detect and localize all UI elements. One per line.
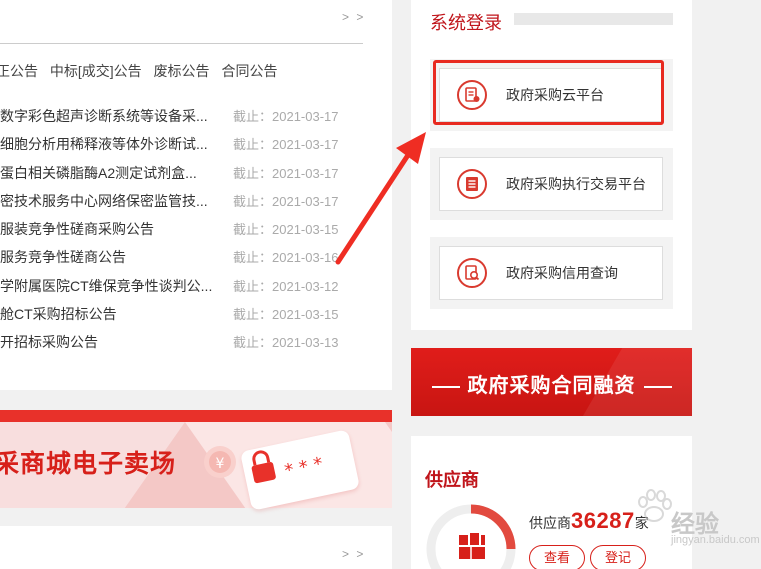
- supplier-count-prefix: 供应商: [529, 515, 571, 531]
- supplier-ring-icon: [426, 504, 516, 569]
- list-item[interactable]: 密技术服务中心网络保密监管技... 截止：2021-03-17: [0, 189, 363, 217]
- supplier-count: 36287: [571, 508, 635, 533]
- notice-title[interactable]: 蛋白相关磷脂酶A2测定试剂盒...: [0, 163, 222, 183]
- notice-deadline: 截止：2021-03-17: [233, 165, 339, 181]
- notice-deadline: 截止：2021-03-15: [233, 222, 339, 238]
- login-title-divider: [514, 13, 673, 25]
- supplier-count-line: 供应商36287家: [529, 508, 649, 534]
- notice-title[interactable]: 学附属医院CT维保竞争性谈判公...: [0, 276, 222, 296]
- list-item[interactable]: 舱CT采购招标公告 截止：2021-03-15: [0, 302, 363, 330]
- notice-title[interactable]: 开招标采购公告: [0, 332, 222, 352]
- notice-title[interactable]: 细胞分析用稀释液等体外诊断试...: [0, 134, 222, 154]
- notice-deadline: 截止：2021-03-13: [233, 335, 339, 351]
- notice-deadline: 截止：2021-03-17: [233, 193, 339, 209]
- login-option-label: 政府采购信用查询: [506, 265, 618, 281]
- watermark-url: jingyan.baidu.com: [671, 534, 760, 546]
- login-option-trade-platform[interactable]: 政府采购执行交易平台: [430, 148, 673, 220]
- list-item[interactable]: 数字彩色超声诊断系统等设备采... 截止：2021-03-17: [0, 104, 363, 132]
- list-item[interactable]: 服务竞争性磋商公告 截止：2021-03-16: [0, 245, 363, 273]
- tab-correction-notice[interactable]: 正公告: [0, 63, 38, 79]
- bottom-more-link[interactable]: > >: [342, 547, 365, 561]
- notice-title[interactable]: 密技术服务中心网络保密监管技...: [0, 191, 222, 211]
- svg-text:* * *: * * *: [283, 453, 325, 482]
- supplier-title: 供应商: [425, 470, 479, 490]
- banner-top-stripe: [0, 410, 392, 422]
- notice-deadline: 截止：2021-03-15: [233, 307, 339, 323]
- mall-banner-title: 采商城电子卖场: [0, 450, 177, 478]
- list-item[interactable]: 细胞分析用稀释液等体外诊断试... 截止：2021-03-17: [0, 132, 363, 160]
- annotation-arrow-icon: [335, 132, 426, 265]
- notice-list: 数字彩色超声诊断系统等设备采... 截止：2021-03-17 细胞分析用稀释液等…: [0, 104, 363, 359]
- notice-deadline: 截止：2021-03-17: [233, 137, 339, 153]
- notice-deadline: 截止：2021-03-16: [233, 250, 339, 266]
- svg-text:¥: ¥: [216, 456, 225, 472]
- register-supplier-button[interactable]: 登记: [590, 545, 646, 569]
- notice-title[interactable]: 舱CT采购招标公告: [0, 304, 222, 324]
- coin-icon: ¥: [204, 446, 236, 478]
- list-item[interactable]: 服装竞争性磋商采购公告 截止：2021-03-15: [0, 217, 363, 245]
- bottom-notice-panel: [0, 526, 392, 569]
- notice-deadline: 截止：2021-03-17: [233, 109, 339, 124]
- finance-banner-title-wrap: 政府采购合同融资: [411, 369, 692, 398]
- title-dash: [643, 385, 672, 388]
- notice-title[interactable]: 服务竞争性磋商公告: [0, 247, 222, 267]
- login-option-credit-query[interactable]: 政府采购信用查询: [430, 237, 673, 309]
- notice-deadline: 截止：2021-03-12: [233, 278, 339, 294]
- finance-banner-title: 政府采购合同融资: [467, 375, 636, 397]
- tab-contract-notice[interactable]: 合同公告: [221, 63, 277, 79]
- login-option-label: 政府采购执行交易平台: [506, 176, 646, 192]
- list-item[interactable]: 蛋白相关磷脂酶A2测定试剂盒... 截止：2021-03-17: [0, 161, 363, 189]
- login-title: 系统登录: [430, 13, 502, 33]
- view-supplier-button[interactable]: 查看: [529, 545, 585, 569]
- title-dash: [431, 385, 460, 388]
- notice-more-link[interactable]: > >: [342, 10, 365, 24]
- notice-tabs: 正公告 中标[成交]公告 废标公告 合同公告: [0, 61, 285, 81]
- trade-doc-icon: [457, 169, 487, 199]
- list-item[interactable]: 开招标采购公告 截止：2021-03-13: [0, 330, 363, 358]
- notice-divider: [0, 43, 363, 44]
- notice-title[interactable]: 数字彩色超声诊断系统等设备采...: [0, 106, 222, 126]
- contract-finance-banner[interactable]: 政府采购合同融资: [411, 348, 692, 416]
- watermark-paw-icon: [638, 489, 672, 522]
- credit-search-icon: [457, 258, 487, 288]
- tab-award-notice[interactable]: 中标[成交]公告: [50, 63, 142, 79]
- tab-cancel-notice[interactable]: 废标公告: [154, 63, 210, 79]
- list-item[interactable]: 学附属医院CT维保竞争性谈判公... 截止：2021-03-12: [0, 274, 363, 302]
- notice-title[interactable]: 服装竞争性磋商采购公告: [0, 219, 222, 239]
- annotation-highlight-box: [433, 60, 664, 125]
